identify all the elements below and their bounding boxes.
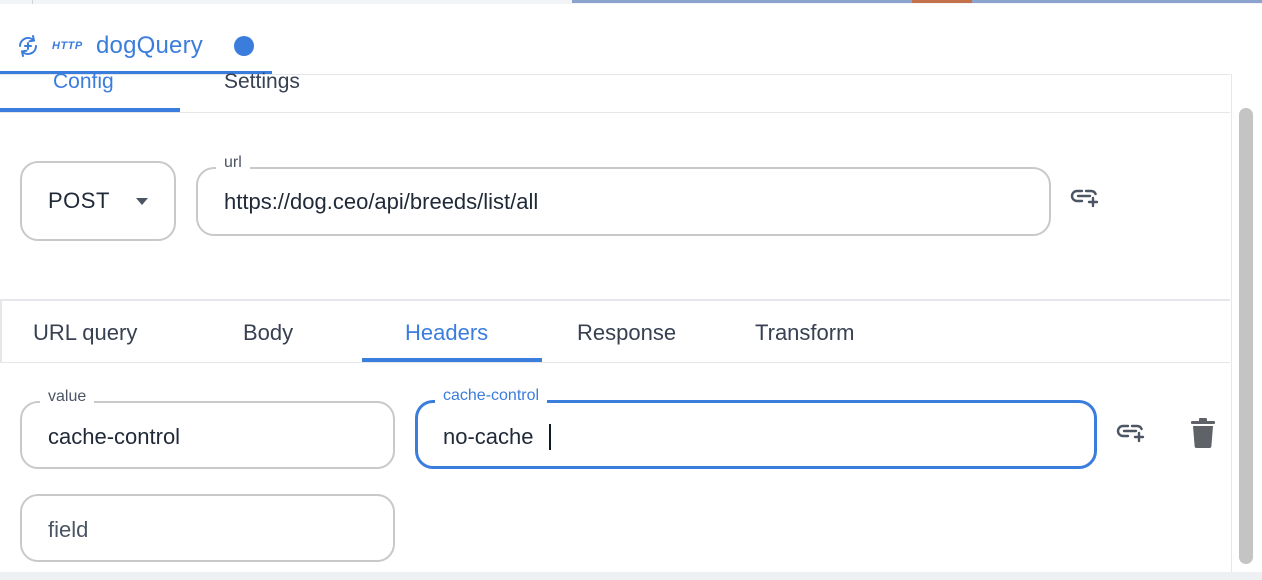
header-value-label: cache-control (435, 387, 548, 405)
add-link-icon[interactable] (1116, 421, 1146, 443)
unsaved-indicator-dot (234, 36, 254, 56)
header-key-label: value (40, 388, 95, 406)
tab-settings[interactable]: Settings (224, 70, 300, 94)
tab-config[interactable]: Config (53, 70, 114, 94)
header-value-value[interactable]: no-cache (443, 424, 534, 450)
tab-url-query[interactable]: URL query (33, 320, 137, 346)
tab-body[interactable]: Body (243, 320, 293, 346)
query-refresh-icon[interactable] (16, 34, 40, 58)
tab-headers-underline (362, 358, 542, 362)
query-name[interactable]: dogQuery (96, 32, 203, 60)
scrollbar-thumb[interactable] (1239, 108, 1253, 564)
preview-image-strip (572, 0, 1262, 3)
tab-transform[interactable]: Transform (755, 320, 854, 346)
url-label: url (216, 154, 250, 172)
trash-icon[interactable] (1190, 418, 1216, 448)
header-key-value[interactable]: cache-control (48, 424, 180, 450)
bottom-edge (0, 572, 1262, 580)
caret-down-icon (136, 198, 148, 205)
tab-headers[interactable]: Headers (405, 320, 488, 346)
config-tabs-divider (0, 112, 1230, 113)
add-link-icon[interactable] (1070, 186, 1100, 208)
http-badge: HTTP (52, 40, 83, 52)
subtabs-left-border (0, 299, 2, 363)
tab-response[interactable]: Response (577, 320, 676, 346)
preview-image-detail (912, 0, 972, 3)
text-cursor (549, 424, 551, 450)
url-value[interactable]: https://dog.ceo/api/breeds/list/all (224, 189, 538, 215)
title-divider (0, 74, 1230, 75)
method-value: POST (48, 188, 110, 213)
new-header-field-placeholder[interactable]: field (48, 517, 88, 543)
